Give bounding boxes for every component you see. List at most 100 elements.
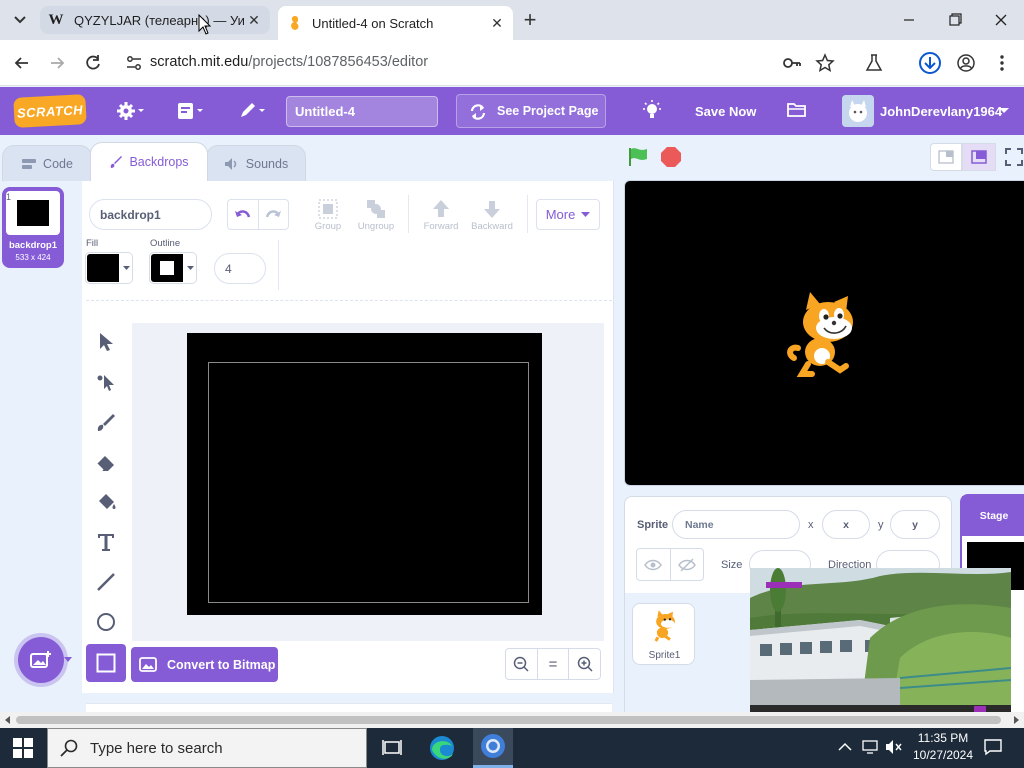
download-icon[interactable] (918, 51, 942, 75)
visibility-toggle-group (636, 548, 704, 581)
eraser-icon[interactable] (92, 448, 120, 476)
outline-color-picker[interactable] (149, 252, 197, 284)
minimize-icon[interactable] (898, 12, 920, 28)
ungroup-button[interactable]: Ungroup (355, 197, 397, 232)
outline-width-input[interactable]: 4 (214, 253, 266, 284)
scroll-right-icon[interactable] (1012, 716, 1020, 724)
zoom-in-icon[interactable] (569, 649, 600, 679)
chrome-taskbar-button[interactable] (473, 728, 513, 768)
scratch-logo[interactable]: SCRATCH (13, 94, 87, 128)
scroll-left-icon[interactable] (4, 716, 12, 724)
tab-code[interactable]: Code (2, 145, 92, 181)
fullscreen-icon[interactable] (1004, 147, 1024, 167)
sprite-list-item[interactable]: Sprite1 (632, 603, 695, 665)
outline-chevron-down-icon (187, 266, 194, 271)
chrome-icon (480, 733, 506, 759)
address-bar[interactable]: scratch.mit.edu/projects/1087856453/edit… (150, 54, 428, 70)
ungroup-icon (364, 197, 388, 221)
redo-icon[interactable] (259, 200, 289, 229)
file-menu-icon[interactable] (176, 100, 206, 122)
picture-in-picture-video[interactable] (750, 568, 1011, 715)
sprite-name-input[interactable]: Name (672, 510, 800, 539)
small-stage-button[interactable] (930, 143, 962, 171)
tab-backdrops[interactable]: Backdrops (90, 142, 208, 181)
site-settings-icon[interactable] (124, 53, 144, 73)
username-label[interactable]: JohnDerevlany1964 (880, 87, 1002, 135)
rectangle-shape[interactable] (208, 362, 529, 603)
costume-name-input[interactable]: backdrop1 (89, 199, 212, 230)
tab-search-icon[interactable] (8, 10, 32, 30)
size-label: Size (721, 559, 743, 571)
reload-icon[interactable] (83, 53, 103, 73)
edit-menu-icon[interactable] (238, 100, 268, 122)
see-project-page-button[interactable]: See Project Page (456, 94, 606, 128)
taskbar-clock[interactable]: 11:35 PM 10/27/2024 (904, 730, 982, 766)
tab-close-icon[interactable]: ✕ (487, 15, 507, 32)
edge-browser-icon[interactable] (428, 734, 456, 762)
scrollbar-thumb[interactable] (16, 716, 1001, 724)
undo-icon[interactable] (228, 200, 259, 229)
circle-tool-icon[interactable] (92, 608, 120, 636)
back-arrow-icon[interactable] (12, 53, 32, 73)
task-view-icon[interactable] (382, 738, 402, 758)
browser-tab-wikipedia[interactable]: W QYZYLJAR (телеарна) — Уики ✕ (40, 6, 270, 34)
zoom-out-icon[interactable] (506, 649, 538, 679)
tab-backdrops-label: Backdrops (129, 155, 189, 169)
convert-to-bitmap-button[interactable]: Convert to Bitmap (131, 647, 278, 682)
group-button[interactable]: Group (312, 197, 344, 232)
volume-muted-icon[interactable] (885, 739, 903, 755)
forward-arrow-icon[interactable] (47, 53, 67, 73)
green-flag-icon[interactable] (627, 145, 651, 169)
choose-backdrop-button[interactable] (18, 637, 64, 683)
more-menu-button[interactable]: More (536, 199, 600, 230)
zoom-reset-button[interactable]: = (538, 649, 570, 679)
hide-eye-icon[interactable] (671, 549, 704, 580)
browser-menu-icon[interactable] (992, 53, 1012, 73)
y-position-input[interactable]: y (890, 510, 940, 539)
new-tab-button[interactable]: + (519, 8, 541, 32)
browser-tab-scratch[interactable]: Untitled-4 on Scratch ✕ (278, 6, 513, 40)
normal-stage-icon (971, 150, 987, 164)
x-position-input[interactable]: x (822, 510, 870, 539)
tab-title: Untitled-4 on Scratch (312, 15, 434, 31)
text-tool-icon[interactable] (92, 528, 120, 556)
labs-flask-icon[interactable] (864, 53, 884, 73)
reshape-icon[interactable] (92, 368, 120, 396)
taskbar-search-box[interactable]: Type here to search (47, 728, 367, 768)
settings-gear-icon[interactable] (116, 100, 146, 122)
tab-close-icon[interactable]: ✕ (244, 12, 264, 29)
profile-icon[interactable] (956, 53, 976, 73)
project-title-input[interactable]: Untitled-4 (286, 96, 438, 127)
user-avatar[interactable] (842, 95, 874, 127)
cat-sprite[interactable] (784, 290, 864, 378)
windows-start-icon[interactable] (13, 738, 33, 758)
backward-button[interactable]: Backward (469, 197, 515, 232)
fill-chevron-down-icon (123, 266, 130, 271)
fill-bucket-icon[interactable] (92, 488, 120, 516)
line-tool-icon[interactable] (92, 568, 120, 596)
notifications-icon[interactable] (984, 738, 1002, 756)
horizontal-scrollbar[interactable] (0, 712, 1024, 728)
tab-sounds[interactable]: Sounds (206, 145, 306, 181)
rectangle-tool-button[interactable] (86, 644, 126, 682)
stop-sign-icon[interactable] (660, 146, 682, 168)
bitmap-image-icon (139, 657, 157, 672)
bookmark-star-icon[interactable] (815, 53, 835, 73)
close-window-icon[interactable] (990, 12, 1012, 28)
normal-stage-button[interactable] (962, 143, 996, 171)
forward-label: Forward (423, 221, 459, 232)
my-stuff-folder-icon[interactable] (786, 100, 808, 120)
fill-color-picker[interactable] (85, 252, 133, 284)
save-now-button[interactable]: Save Now (695, 87, 756, 135)
show-eye-icon[interactable] (637, 549, 671, 580)
password-key-icon[interactable] (782, 54, 802, 72)
restore-icon[interactable] (944, 12, 966, 28)
network-icon[interactable] (862, 739, 880, 755)
forward-button[interactable]: Forward (420, 197, 462, 232)
tray-chevron-up-icon[interactable] (838, 741, 852, 753)
debug-lightbulb-icon[interactable] (640, 100, 664, 122)
add-image-icon (30, 650, 52, 670)
select-arrow-icon[interactable] (92, 328, 120, 356)
brush-icon[interactable] (92, 408, 120, 436)
account-chevron-down-icon[interactable] (999, 107, 1009, 115)
